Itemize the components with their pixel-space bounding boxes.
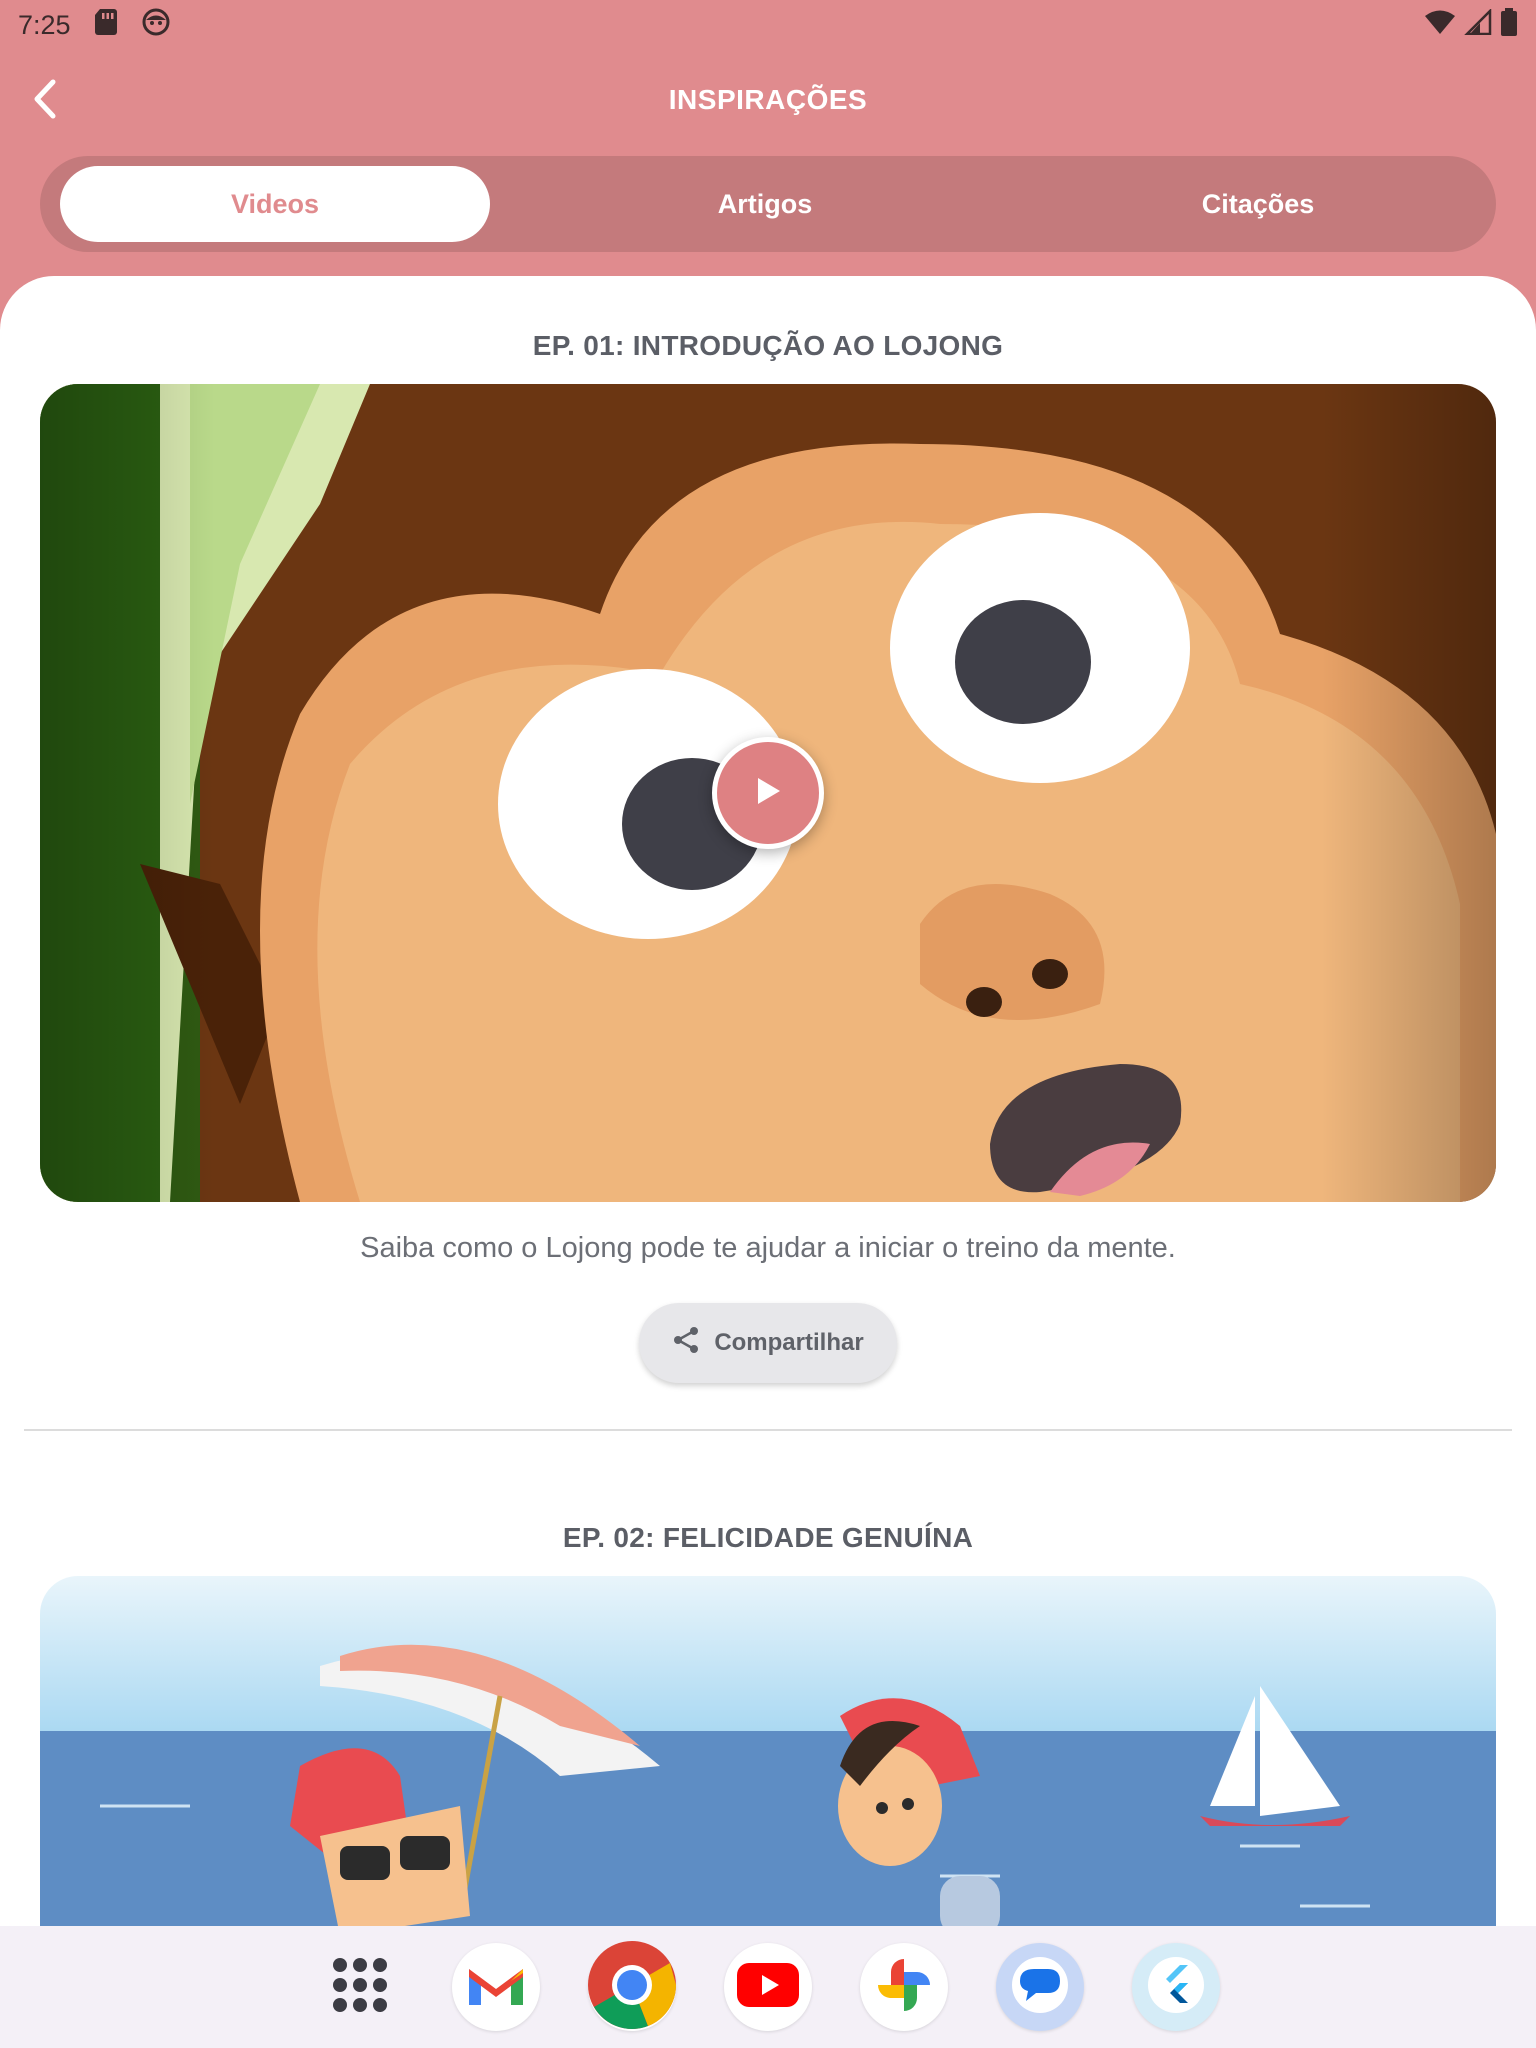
messages-icon [1008, 1953, 1072, 2022]
app-grid-icon [331, 1956, 389, 2019]
page-title: INSPIRAÇÕES [668, 84, 868, 115]
tab-bar: Videos Artigos Citações [40, 156, 1496, 252]
video-thumbnail[interactable] [40, 384, 1496, 1202]
episode-title: EP. 02: FELICIDADE GENUÍNA [562, 1522, 974, 1553]
youtube-icon [737, 1962, 799, 2012]
app-dock [0, 1926, 1536, 2048]
content-sheet[interactable]: EP. 01: INTRODUÇÃO AO LOJONG Saiba como … [0, 276, 1536, 1926]
chevron-left-icon [31, 78, 59, 125]
status-time: 7:25 [18, 9, 71, 40]
episode-title: EP. 01: INTRODUÇÃO AO LOJONG [532, 330, 1004, 361]
tab-citacoes[interactable]: Citações [1040, 166, 1476, 242]
share-button[interactable]: Compartilhar [639, 1303, 897, 1383]
play-icon [754, 776, 782, 811]
gmail-icon [465, 1961, 527, 2014]
chrome-app[interactable] [588, 1940, 676, 2034]
app-grid-button[interactable] [316, 1943, 404, 2031]
divider [24, 1429, 1512, 1431]
sd-card-icon [93, 8, 119, 43]
episode-description: Saiba como o Lojong pode te ajudar a ini… [360, 1232, 1176, 1264]
photos-icon [874, 1955, 934, 2020]
flutter-app[interactable] [1132, 1943, 1220, 2031]
face-icon [141, 7, 171, 44]
flutter-icon [1144, 1953, 1208, 2022]
signal-icon [1463, 7, 1492, 42]
gmail-app[interactable] [452, 1943, 540, 2031]
share-label: Compartilhar [714, 1329, 864, 1356]
battery-icon [1500, 7, 1518, 43]
youtube-app[interactable] [724, 1943, 812, 2031]
beach-illustration [40, 1576, 1496, 1926]
tab-artigos[interactable]: Artigos [550, 166, 980, 242]
play-button[interactable] [712, 737, 824, 849]
chrome-icon [588, 1940, 676, 2034]
wifi-icon [1424, 9, 1456, 42]
photos-app[interactable] [860, 1943, 948, 2031]
share-icon [672, 1326, 700, 1361]
app-bar: INSPIRAÇÕES [0, 60, 1536, 140]
video-thumbnail[interactable] [40, 1576, 1496, 1926]
messages-app[interactable] [996, 1943, 1084, 2031]
back-button[interactable] [22, 78, 68, 124]
status-bar: 7:25 [0, 0, 1536, 50]
tab-videos[interactable]: Videos [60, 166, 490, 242]
